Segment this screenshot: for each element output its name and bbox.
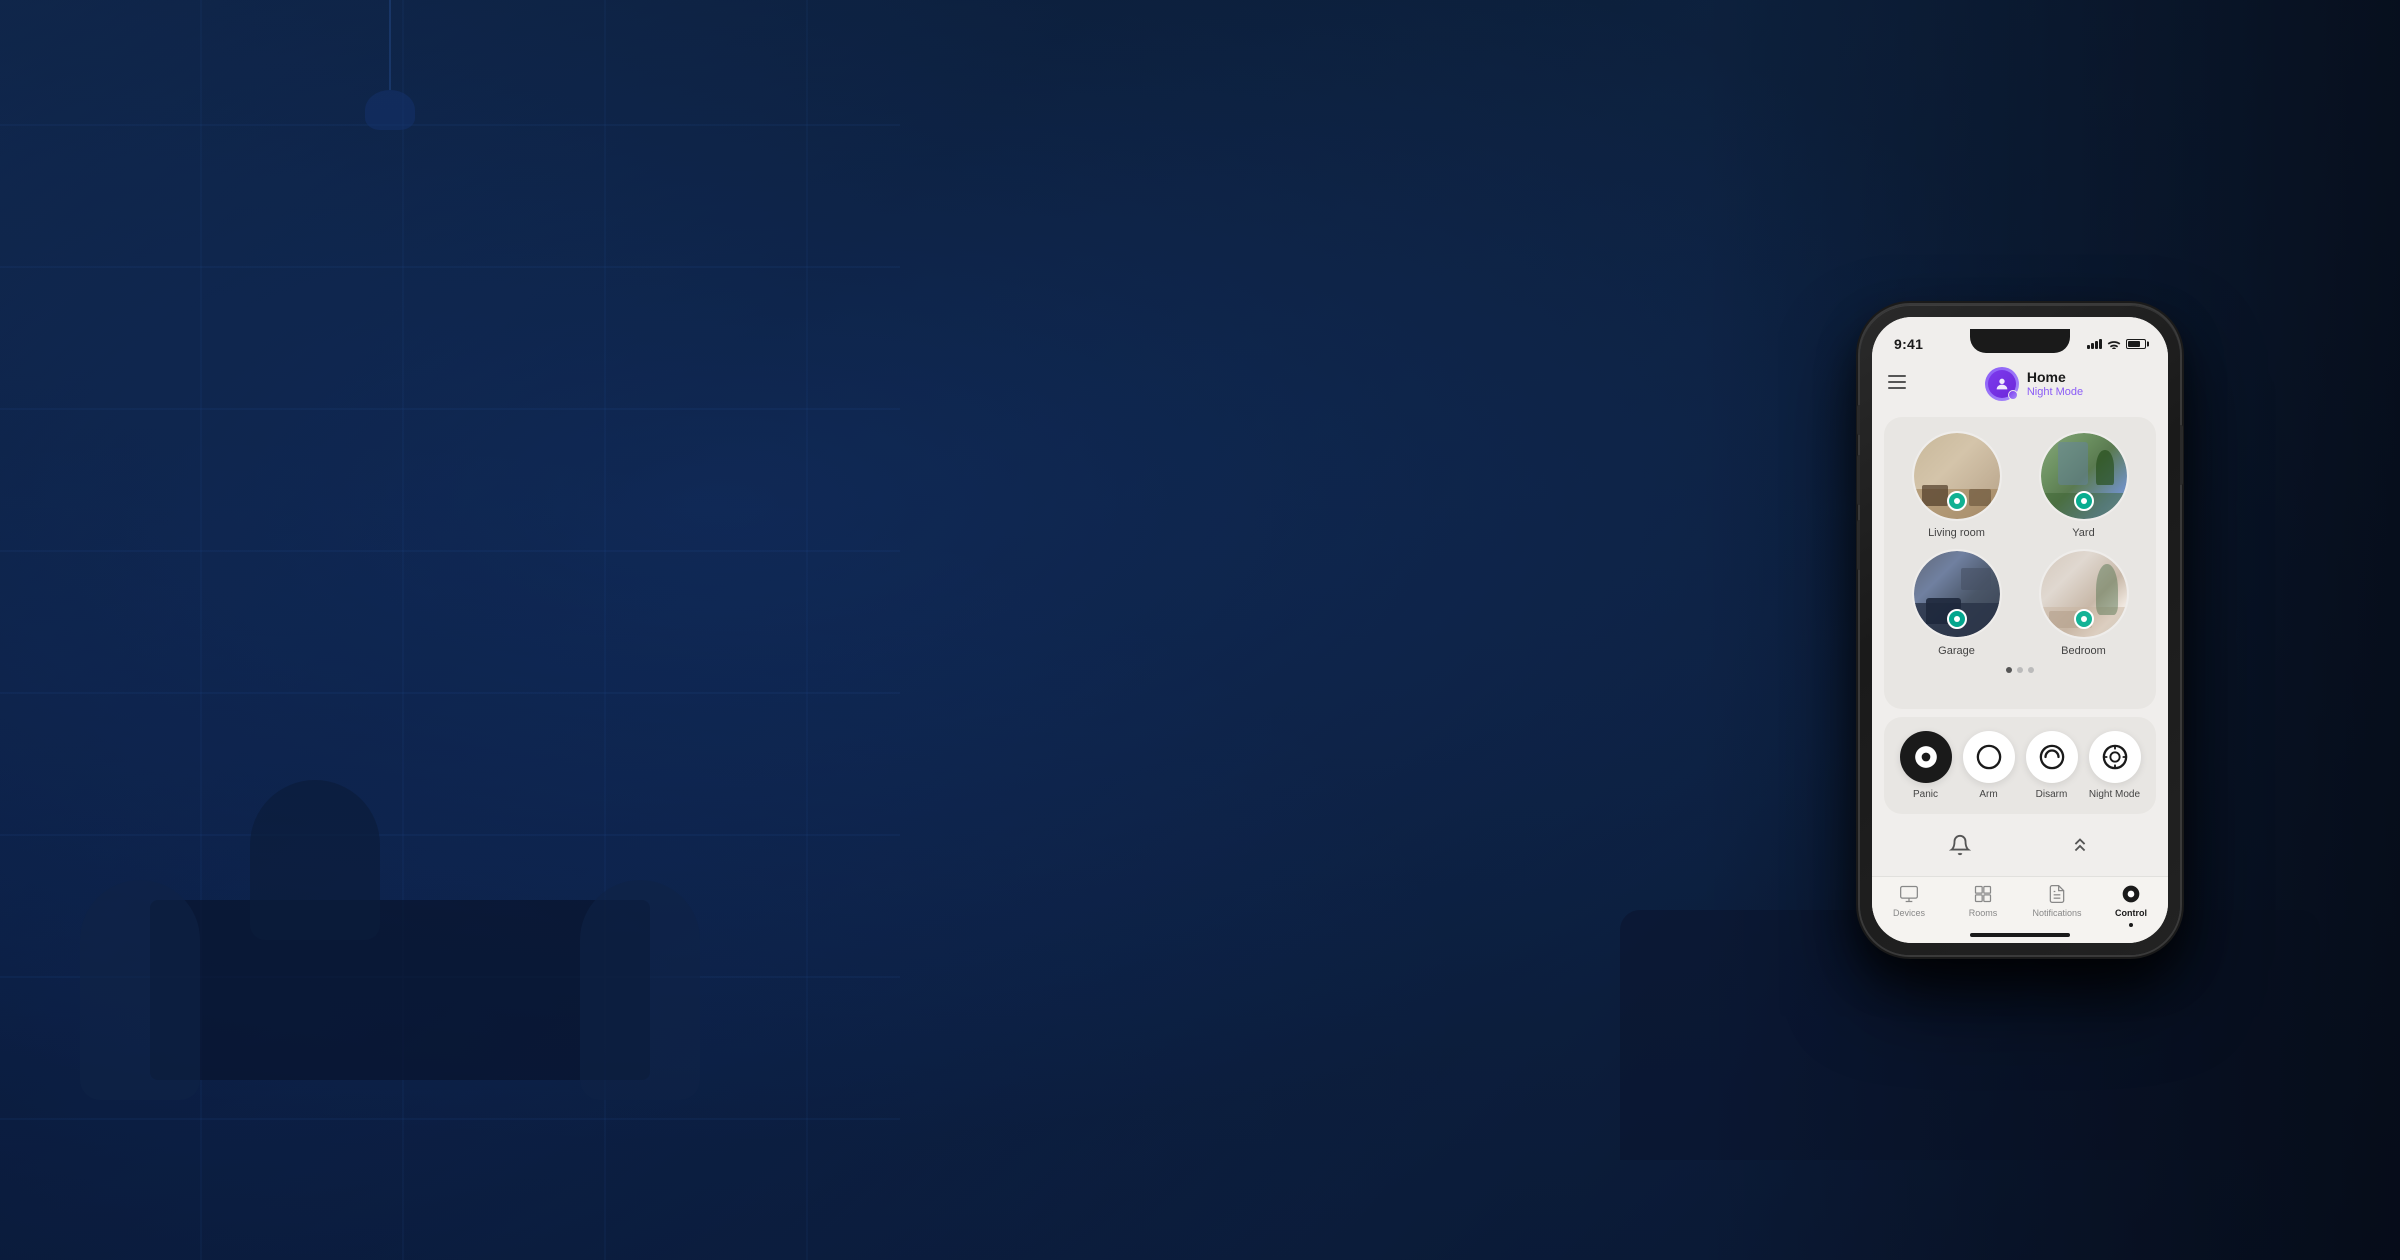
phone-wrapper: 9:41 xyxy=(1860,305,2180,955)
notifications-tab-label: Notifications xyxy=(2032,908,2081,918)
status-time: 9:41 xyxy=(1894,336,1923,352)
up-arrow-widget[interactable] xyxy=(2063,828,2097,862)
devices-tab-icon xyxy=(1898,883,1920,905)
battery-icon xyxy=(2126,339,2146,349)
phone-shell: 9:41 xyxy=(1860,305,2180,955)
room-label-bedroom: Bedroom xyxy=(2061,645,2106,657)
room-item-garage[interactable]: Garage xyxy=(1898,549,2015,657)
room-thumb-yard xyxy=(2039,431,2129,521)
volume-up-button xyxy=(1857,455,1860,505)
controls-row: Panic Arm xyxy=(1894,731,2146,800)
page-dots xyxy=(1898,667,2142,673)
menu-icon[interactable] xyxy=(1888,375,1906,393)
room-label-garage: Garage xyxy=(1938,645,1975,657)
control-night-mode[interactable]: Night Mode xyxy=(2089,731,2141,800)
home-mode-text: Night Mode xyxy=(2027,386,2083,399)
avatar[interactable] xyxy=(1985,367,2019,401)
dining-table xyxy=(150,900,650,1080)
room-thumb-garage xyxy=(1912,549,2002,639)
avatar-badge xyxy=(2008,390,2018,400)
app-header: Home Night Mode xyxy=(1872,361,2168,409)
control-panic[interactable]: Panic xyxy=(1900,731,1952,800)
tab-active-indicator xyxy=(2129,923,2133,927)
notifications-tab-icon xyxy=(2046,883,2068,905)
disarm-button[interactable] xyxy=(2026,731,2078,783)
main-content: Living room xyxy=(1872,409,2168,876)
control-tab-label: Control xyxy=(2115,908,2147,918)
rooms-tab-icon xyxy=(1972,883,1994,905)
power-button xyxy=(2180,425,2183,485)
phone-screen: 9:41 xyxy=(1872,317,2168,943)
signal-icon xyxy=(2087,339,2102,349)
rooms-card: Living room xyxy=(1884,417,2156,709)
chair-right xyxy=(580,880,700,1100)
home-indicator xyxy=(1970,933,2070,937)
room-status-living xyxy=(1947,491,1967,511)
disarm-label: Disarm xyxy=(2036,789,2068,800)
tab-devices[interactable]: Devices xyxy=(1872,883,1946,927)
notch xyxy=(1970,329,2070,353)
room-item-living[interactable]: Living room xyxy=(1898,431,2015,539)
arm-label: Arm xyxy=(1979,789,1997,800)
control-tab-icon xyxy=(2120,883,2142,905)
room-item-bedroom[interactable]: Bedroom xyxy=(2025,549,2142,657)
rooms-tab-label: Rooms xyxy=(1969,908,1998,918)
bottom-widgets xyxy=(1884,822,2156,868)
room-status-garage xyxy=(1947,609,1967,629)
status-icons xyxy=(2087,339,2146,349)
room-status-yard xyxy=(2074,491,2094,511)
lamp-pendant xyxy=(360,0,420,130)
night-mode-label: Night Mode xyxy=(2089,789,2140,800)
devices-tab-label: Devices xyxy=(1893,908,1925,918)
room-thumb-living xyxy=(1912,431,2002,521)
chair-left xyxy=(80,880,200,1100)
home-info: Home Night Mode xyxy=(2027,369,2083,399)
arm-button[interactable] xyxy=(1963,731,2015,783)
control-arm[interactable]: Arm xyxy=(1963,731,2015,800)
controls-card: Panic Arm xyxy=(1884,717,2156,814)
tab-rooms[interactable]: Rooms xyxy=(1946,883,2020,927)
tab-notifications[interactable]: Notifications xyxy=(2020,883,2094,927)
header-center: Home Night Mode xyxy=(1916,367,2152,401)
night-mode-button[interactable] xyxy=(2089,731,2141,783)
home-name-text: Home xyxy=(2027,369,2083,386)
room-status-bedroom xyxy=(2074,609,2094,629)
bell-widget[interactable] xyxy=(1943,828,1977,862)
wifi-icon xyxy=(2107,339,2121,349)
rooms-grid: Living room xyxy=(1898,431,2142,657)
tab-control[interactable]: Control xyxy=(2094,883,2168,927)
room-thumb-bedroom xyxy=(2039,549,2129,639)
dot-1 xyxy=(2006,667,2012,673)
panic-label: Panic xyxy=(1913,789,1938,800)
room-label-yard: Yard xyxy=(2072,527,2094,539)
volume-down-button xyxy=(1857,520,1860,570)
panic-button[interactable] xyxy=(1900,731,1952,783)
control-disarm[interactable]: Disarm xyxy=(2026,731,2078,800)
dot-3 xyxy=(2028,667,2034,673)
room-label-living: Living room xyxy=(1928,527,1985,539)
dot-2 xyxy=(2017,667,2023,673)
room-item-yard[interactable]: Yard xyxy=(2025,431,2142,539)
chair-back xyxy=(250,780,380,940)
mute-button xyxy=(1857,405,1860,435)
